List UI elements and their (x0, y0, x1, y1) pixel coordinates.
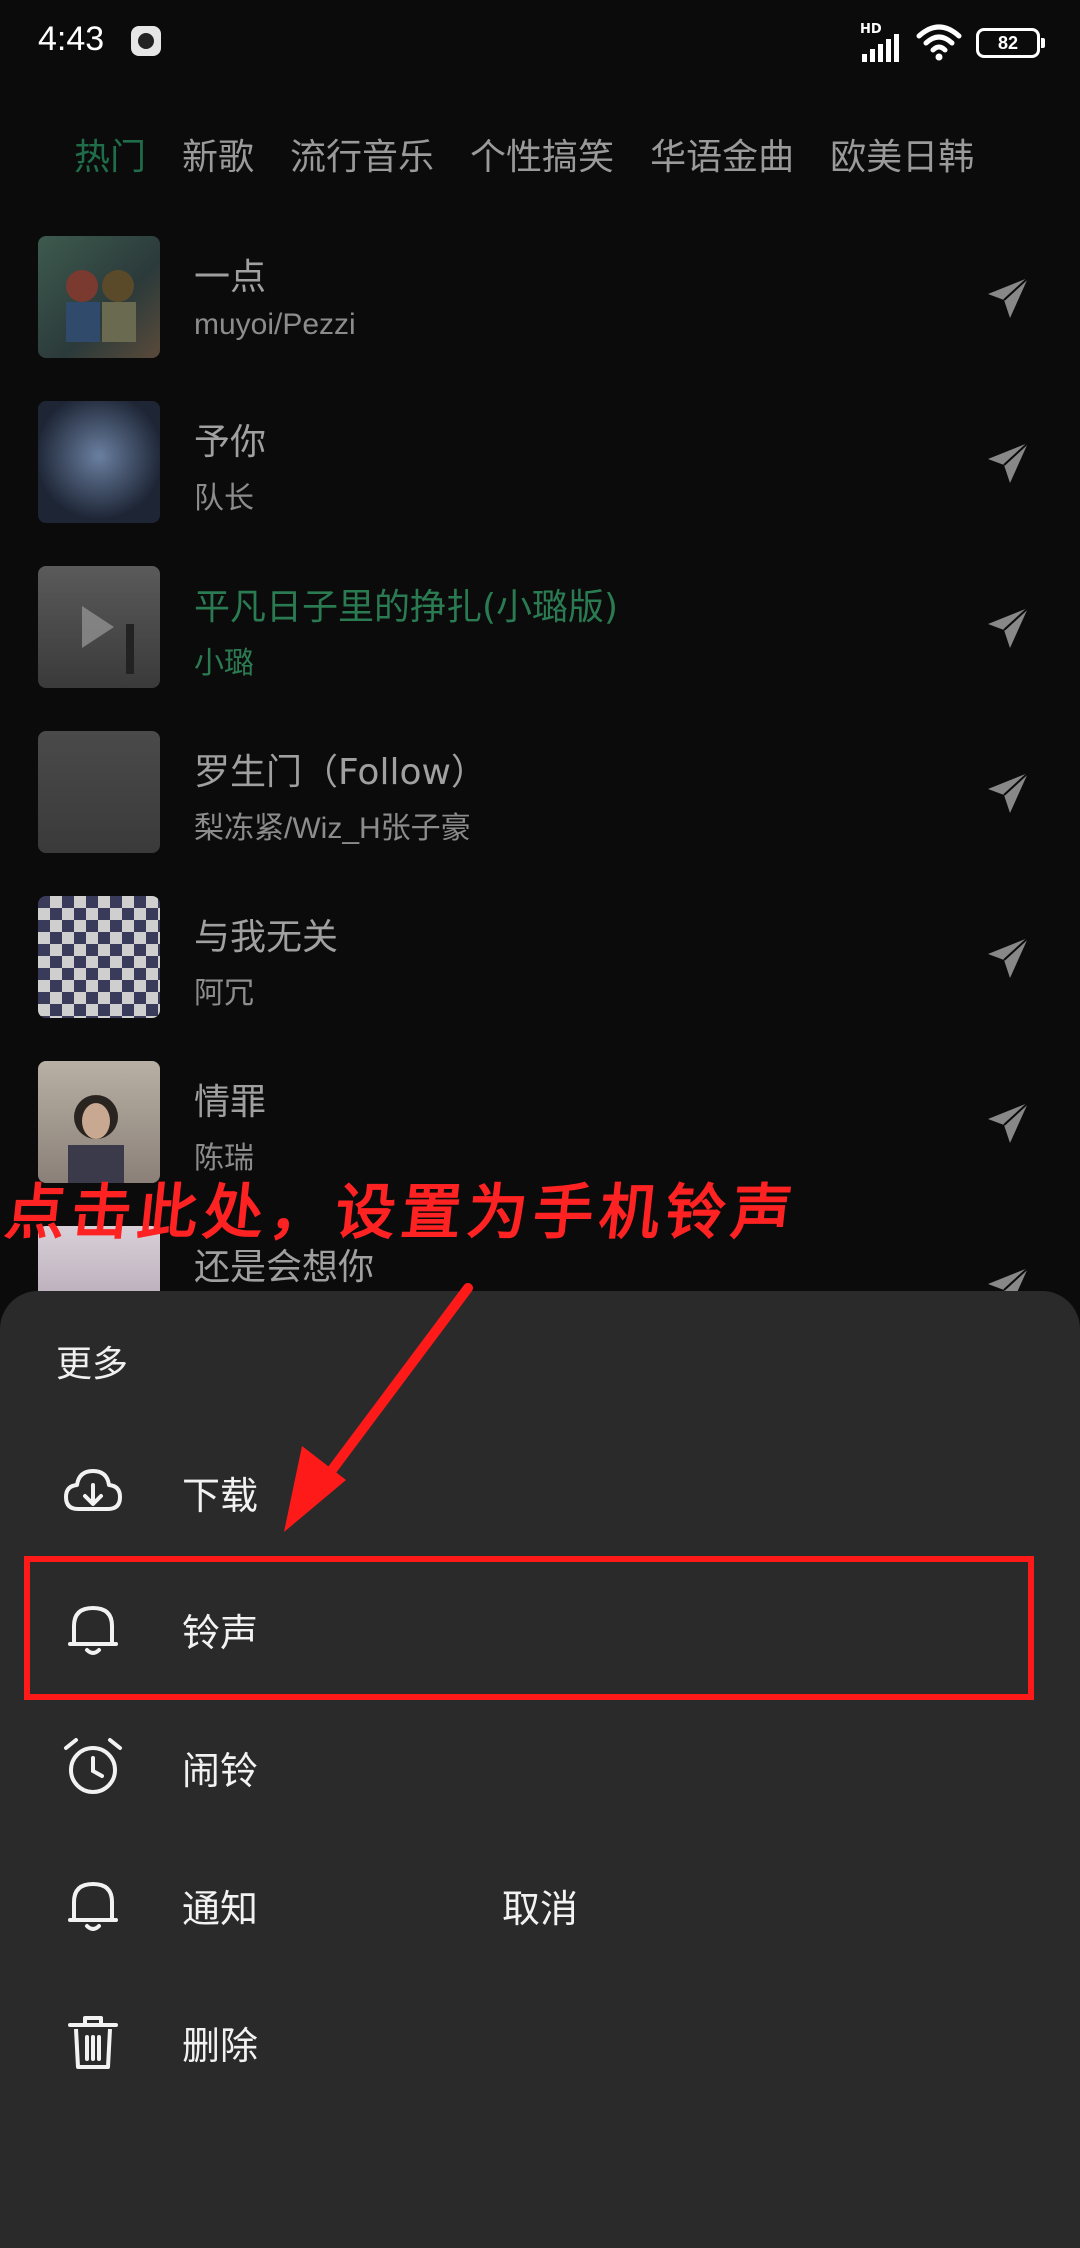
alarm-clock-icon (64, 1738, 122, 1794)
wifi-icon (916, 24, 962, 61)
battery-level: 82 (997, 33, 1019, 53)
app-notification-icon (131, 26, 161, 56)
song-row[interactable]: 一点 muyoi/Pezzi (0, 232, 1080, 362)
status-bar: 4:43 HD 82 (0, 0, 1080, 90)
menu-label: 下载 (182, 1474, 259, 1518)
song-title: 予你 (194, 422, 267, 463)
song-title: 情罪 (194, 1082, 267, 1123)
menu-item-download[interactable]: 下载 (0, 1431, 1080, 1551)
song-artist: 阿冗 (194, 977, 254, 1010)
menu-label: 闹铃 (182, 1749, 259, 1793)
song-artist: muyoi/Pezzi (194, 308, 356, 341)
song-artist: 小璐 (194, 647, 254, 680)
tab-western-jk[interactable]: 欧美日韩 (830, 128, 974, 180)
song-artist: 梨冻紧/Wiz_H张子豪 (194, 812, 471, 845)
sheet-title: 更多 (56, 1344, 129, 1385)
ringtone-highlight-box (24, 1556, 1034, 1700)
album-cover (38, 731, 160, 853)
cancel-button[interactable]: 取消 (0, 1864, 1080, 1954)
album-cover (38, 401, 160, 523)
share-send-icon[interactable] (984, 934, 1032, 982)
share-send-icon[interactable] (984, 274, 1032, 322)
share-send-icon[interactable] (984, 604, 1032, 652)
share-send-icon[interactable] (984, 769, 1032, 817)
menu-item-delete[interactable]: 删除 (0, 1981, 1080, 2101)
song-row[interactable]: 罗生门（Follow） 梨冻紧/Wiz_H张子豪 (0, 727, 1080, 857)
tab-new-songs[interactable]: 新歌 (182, 128, 254, 180)
tab-funny[interactable]: 个性搞笑 (470, 128, 614, 180)
tab-pop-music[interactable]: 流行音乐 (290, 128, 434, 180)
song-title: 一点 (194, 257, 267, 298)
share-send-icon[interactable] (984, 1099, 1032, 1147)
menu-label: 删除 (182, 2024, 259, 2068)
battery-icon: 82 (976, 28, 1045, 58)
song-artist: 队长 (194, 482, 254, 515)
trash-icon (68, 2016, 118, 2069)
tab-hot[interactable]: 热门 (74, 128, 146, 180)
album-cover (38, 236, 160, 358)
album-cover (38, 896, 160, 1018)
song-row-playing[interactable]: 平凡日子里的挣扎(小璐版) 小璐 (0, 562, 1080, 692)
song-title: 罗生门（Follow） (194, 752, 487, 793)
share-send-icon[interactable] (984, 439, 1032, 487)
cellular-signal-icon: HD (860, 22, 906, 62)
song-title: 平凡日子里的挣扎(小璐版) (194, 587, 619, 628)
instruction-annotation: 点击此处，设置为手机铃声 (1, 1178, 802, 1248)
song-title: 与我无关 (194, 917, 339, 958)
tab-chinese-classics[interactable]: 华语金曲 (650, 128, 794, 180)
more-options-sheet: 更多 下载 铃声 闹铃 通知 删除 (0, 1291, 1080, 2248)
download-cloud-icon (64, 1469, 122, 1511)
status-time: 4:43 (38, 20, 105, 58)
song-row[interactable]: 予你 队长 (0, 397, 1080, 527)
song-row[interactable]: 与我无关 阿冗 (0, 892, 1080, 1022)
menu-item-alarm[interactable]: 闹铃 (0, 1706, 1080, 1826)
album-cover (38, 566, 160, 688)
category-tabs: 热门 新歌 流行音乐 个性搞笑 华语金曲 欧美日韩 (74, 128, 974, 180)
